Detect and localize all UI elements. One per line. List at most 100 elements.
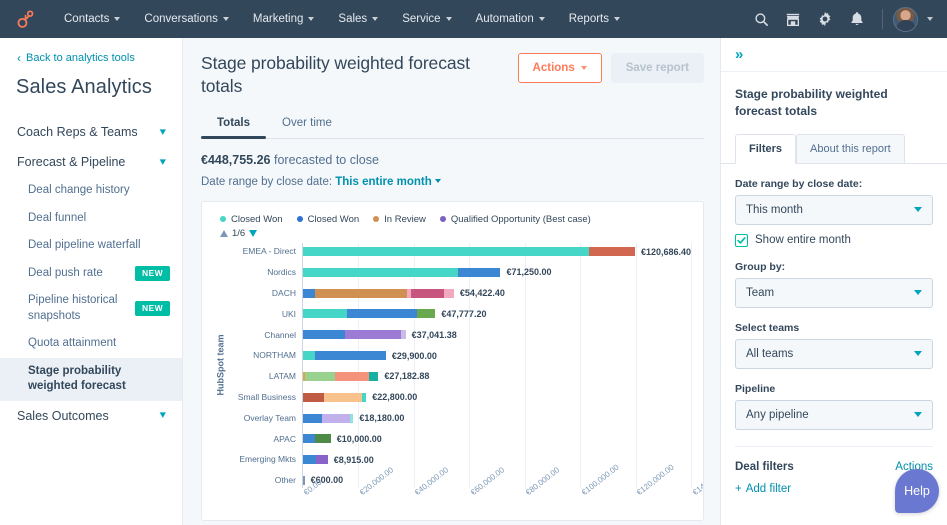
chart-bar-segment[interactable]: [444, 288, 454, 298]
sidebar-item-deal-pipeline-waterfall[interactable]: Deal pipeline waterfall: [0, 232, 182, 260]
sidebar-item-pipeline-historical-snapshots[interactable]: Pipeline historical snapshots NEW: [0, 287, 182, 330]
notifications-bell-icon[interactable]: [842, 0, 872, 38]
chart-bar-row[interactable]: €29,900.00: [303, 349, 691, 363]
search-icon[interactable]: [746, 0, 776, 38]
date-range-select[interactable]: This month: [735, 194, 933, 225]
chart-bar[interactable]: [303, 455, 328, 465]
settings-gear-icon[interactable]: [810, 0, 840, 38]
sidebar-item-quota-attainment[interactable]: Quota attainment: [0, 330, 182, 358]
chart-bar-row[interactable]: €8,915.00: [303, 453, 691, 467]
chart-bar-row[interactable]: €18,180.00: [303, 411, 691, 425]
nav-item-reports[interactable]: Reports: [557, 0, 632, 38]
chart-bar-segment[interactable]: [303, 247, 590, 256]
chart-bar-segment[interactable]: [303, 351, 315, 361]
chart-bar-segment[interactable]: [458, 267, 501, 277]
pipeline-select[interactable]: Any pipeline: [735, 399, 933, 430]
chart-bar-segment[interactable]: [315, 434, 331, 444]
chart-bar-row[interactable]: €47,777.20: [303, 307, 691, 321]
legend-item-in-review[interactable]: In Review: [373, 214, 426, 225]
chart-bar[interactable]: [303, 267, 501, 277]
chart-bar[interactable]: [303, 247, 635, 256]
nav-item-service[interactable]: Service: [390, 0, 463, 38]
chart-bar[interactable]: [303, 309, 436, 319]
nav-item-sales[interactable]: Sales: [326, 0, 390, 38]
chart-bar[interactable]: [303, 475, 305, 485]
chart-bar[interactable]: [303, 351, 386, 361]
chart-bar[interactable]: [303, 330, 406, 340]
chart-bar-segment[interactable]: [416, 309, 436, 319]
chart-bar-segment[interactable]: [324, 392, 363, 402]
chart-bar-segment[interactable]: [303, 475, 305, 485]
chart-bar-segment[interactable]: [303, 330, 345, 340]
actions-button[interactable]: Actions: [517, 53, 602, 83]
chart-bar-segment[interactable]: [315, 288, 407, 298]
chart-bar-row[interactable]: €54,422.40: [303, 286, 691, 300]
sidebar-group-forecast-pipeline[interactable]: Forecast & Pipeline ▾: [0, 147, 182, 177]
user-avatar[interactable]: [893, 6, 918, 32]
tab-totals[interactable]: Totals: [201, 111, 267, 139]
chart-bar-segment[interactable]: [411, 288, 445, 298]
show-entire-month-checkbox-row[interactable]: Show entire month: [735, 233, 933, 247]
chart-bar[interactable]: [303, 288, 454, 298]
chart-bar-segment[interactable]: [314, 351, 386, 361]
legend-page-up-icon[interactable]: [220, 229, 228, 237]
tab-over-time[interactable]: Over time: [266, 111, 348, 138]
chart-bar-segment[interactable]: [303, 309, 348, 319]
back-to-analytics-tools-link[interactable]: ‹ Back to analytics tools: [0, 52, 182, 64]
nav-item-automation[interactable]: Automation: [464, 0, 557, 38]
legend-item-qualified-opportunity[interactable]: Qualified Opportunity (Best case): [439, 214, 591, 225]
chart-bar-segment[interactable]: [322, 413, 351, 423]
sidebar-item-stage-probability-weighted-forecast[interactable]: Stage probability weighted forecast: [0, 357, 182, 401]
chart-bar-segment[interactable]: [303, 288, 316, 298]
nav-item-contacts[interactable]: Contacts: [52, 0, 132, 38]
chart-bar-segment[interactable]: [589, 247, 635, 256]
chart-bar[interactable]: [303, 371, 379, 381]
chart-bar-segment[interactable]: [369, 371, 379, 381]
chart-bar-row[interactable]: €27,182.88: [303, 369, 691, 383]
nav-item-marketing[interactable]: Marketing: [241, 0, 327, 38]
chart-bar-row[interactable]: €22,800.00: [303, 390, 691, 404]
legend-item-closed-won-teal[interactable]: Closed Won: [220, 214, 283, 225]
chart-bar-segment[interactable]: [362, 392, 367, 402]
chart-bar-segment[interactable]: [315, 455, 328, 465]
legend-item-closed-won-blue[interactable]: Closed Won: [296, 214, 359, 225]
sidebar-item-deal-change-history[interactable]: Deal change history: [0, 177, 182, 205]
sidebar-group-sales-outcomes[interactable]: Sales Outcomes ▾: [0, 401, 182, 431]
chart-bar-row[interactable]: €120,686.40: [303, 245, 691, 259]
date-range-value-link[interactable]: This entire month: [335, 176, 431, 188]
collapse-panel-icon[interactable]: »: [735, 47, 743, 62]
chart-bar-segment[interactable]: [347, 309, 417, 319]
chart-bar-segment[interactable]: [303, 392, 325, 402]
chart-bar[interactable]: [303, 413, 354, 423]
hubspot-sprocket-logo-icon[interactable]: [12, 6, 38, 32]
chart-bar[interactable]: [303, 434, 331, 444]
chart-bar-segment[interactable]: [334, 371, 370, 381]
chart-bar-segment[interactable]: [401, 330, 406, 340]
chart-bar-segment[interactable]: [350, 413, 354, 423]
group-by-select[interactable]: Team: [735, 277, 933, 308]
chart-bar-segment[interactable]: [305, 371, 335, 381]
help-button[interactable]: Help: [895, 469, 939, 513]
sidebar-item-deal-push-rate[interactable]: Deal push rate NEW: [0, 260, 182, 288]
chart-bar-segment[interactable]: [344, 330, 402, 340]
chart-bar-row[interactable]: €71,250.00: [303, 265, 691, 279]
select-teams-select[interactable]: All teams: [735, 338, 933, 369]
chart-bar-segment[interactable]: [303, 413, 323, 423]
chart-bar-segment[interactable]: [303, 267, 459, 277]
legend-page-down-icon[interactable]: [249, 229, 258, 237]
chart-bar-segment[interactable]: [303, 434, 316, 444]
chart-bar-row[interactable]: €37,041.38: [303, 328, 691, 342]
chevron-down-icon: [914, 412, 922, 418]
sidebar-group-coach-reps-teams[interactable]: Coach Reps & Teams ▾: [0, 117, 182, 147]
avatar-chevron-down-icon[interactable]: [927, 17, 933, 21]
chart-bar-row[interactable]: €10,000.00: [303, 432, 691, 446]
save-report-button[interactable]: Save report: [610, 53, 704, 83]
nav-item-conversations[interactable]: Conversations: [132, 0, 241, 38]
sidebar-item-deal-funnel[interactable]: Deal funnel: [0, 205, 182, 233]
show-entire-month-checkbox[interactable]: [735, 233, 748, 247]
marketplace-icon[interactable]: [778, 0, 808, 38]
tab-filters[interactable]: Filters: [735, 133, 797, 164]
chart-bar[interactable]: [303, 392, 367, 402]
tab-about-this-report[interactable]: About this report: [796, 133, 905, 164]
chart-bar-segment[interactable]: [303, 455, 316, 465]
